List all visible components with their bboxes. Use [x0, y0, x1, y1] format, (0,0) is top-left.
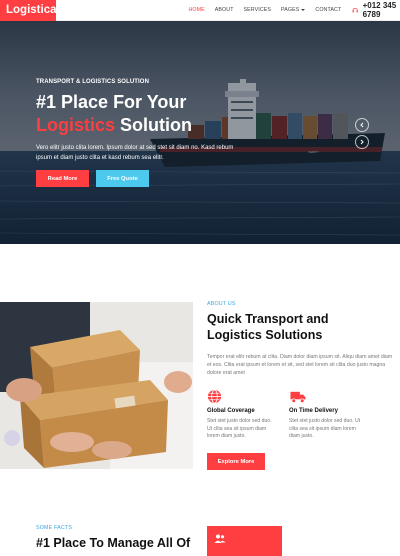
phone-number: +012 345 6789 [362, 1, 397, 19]
nav-pages[interactable]: PAGES [276, 7, 310, 13]
free-quote-button[interactable]: Free Quote [96, 170, 149, 187]
chevron-left-icon [360, 122, 364, 128]
hero-description: Vero elitr justo clita lorem. Ipsum dolo… [36, 145, 234, 161]
facts-kicker: SOME FACTS [36, 525, 73, 531]
headset-icon [352, 7, 359, 13]
hero-title-rest: Solution [115, 115, 192, 135]
about-image [0, 302, 193, 469]
facts-card [207, 526, 282, 556]
carousel-next-button[interactable] [355, 135, 369, 149]
nav-services[interactable]: SERVICES [239, 7, 277, 13]
facts-title: #1 Place To Manage All Of [36, 536, 191, 550]
nav-home[interactable]: HOME [183, 7, 209, 13]
nav-about[interactable]: ABOUT [210, 7, 239, 13]
hero-carousel: VERITY TRANSPORT & LOGISTICS SOLUTION #1… [0, 21, 400, 244]
read-more-button[interactable]: Read More [36, 170, 89, 187]
chevron-down-icon [301, 9, 306, 11]
hero-title: #1 Place For Your Logistics Solution [36, 91, 286, 137]
carousel-prev-button[interactable] [355, 118, 369, 132]
boxes-photo [0, 302, 193, 469]
explore-more-button[interactable]: Explore More [207, 453, 265, 470]
chevron-right-icon [360, 139, 364, 145]
hero-title-line1: #1 Place For Your [36, 92, 187, 112]
about-kicker: ABOUT US [207, 301, 236, 307]
phone-contact[interactable]: +012 345 6789 [352, 1, 400, 19]
hero-title-highlight: Logistics [36, 115, 116, 135]
feature-title-global: Global Coverage [207, 408, 255, 414]
brand-logo[interactable]: Logistica [0, 0, 57, 21]
users-icon [214, 534, 226, 543]
truck-icon [290, 391, 306, 403]
globe-icon [207, 389, 222, 404]
about-text: Tempor erat elitr rebum at clita. Diam d… [207, 354, 393, 377]
about-title: Quick Transport and Logistics Solutions [207, 312, 329, 342]
feature-title-delivery: On Time Delivery [289, 408, 338, 414]
feature-text-global: Stet stet justo dolor sed duo. Ut clita … [207, 418, 272, 440]
nav-contact[interactable]: CONTACT [310, 7, 346, 13]
main-menu: HOME ABOUT SERVICES PAGES CONTACT [183, 7, 346, 13]
nav-pages-label: PAGES [281, 7, 300, 13]
navbar: Logistica HOME ABOUT SERVICES PAGES CONT… [0, 0, 400, 21]
feature-text-delivery: Stet stet justo dolor sed duo. Ut clita … [289, 418, 361, 440]
hero-kicker: TRANSPORT & LOGISTICS SOLUTION [36, 79, 150, 85]
